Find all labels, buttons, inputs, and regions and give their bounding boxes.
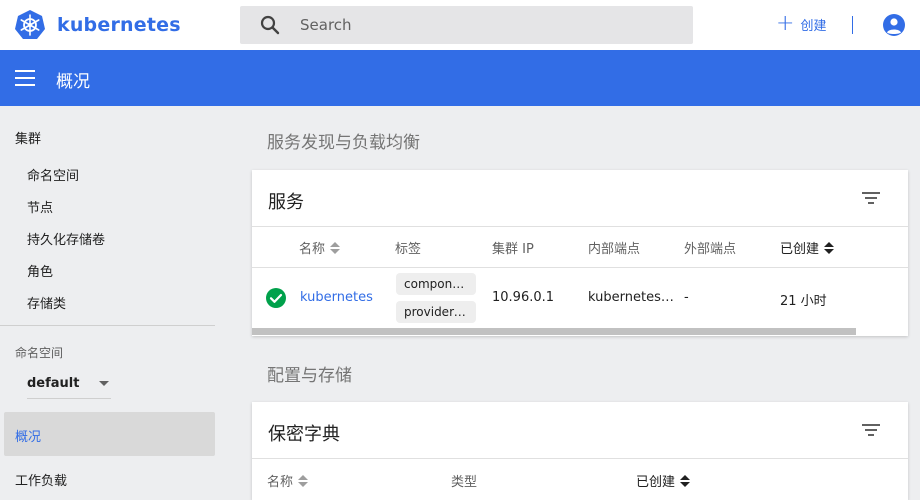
column-header-name-label: 名称	[299, 242, 326, 257]
brand-name: kubernetes	[57, 14, 181, 36]
services-card: 服务 名称 标签 集群 IP 内部端点 外部端点 已创建 kubernetes …	[252, 170, 908, 336]
label-chip: component: apiserver	[396, 273, 476, 295]
section-title-config: 配置与存储	[267, 366, 352, 386]
horizontal-scrollbar[interactable]	[252, 328, 856, 335]
search-icon[interactable]	[260, 14, 282, 36]
column-header-external-endpoints: 外部端点	[684, 242, 737, 257]
sort-icon	[680, 474, 691, 487]
internal-endpoint-value: kubernetes…	[588, 290, 674, 305]
search-bar	[240, 6, 693, 44]
brand-link[interactable]: kubernetes	[14, 9, 181, 41]
table-divider	[252, 458, 908, 459]
search-input[interactable]	[300, 16, 660, 34]
sidebar: 集群 命名空间 节点 持久化存储卷 角色 存储类 命名空间 default 概况…	[0, 106, 230, 500]
column-header-created-label: 已创建	[636, 475, 676, 490]
service-name-link[interactable]: kubernetes	[300, 290, 373, 305]
label-chip: provider: kubernetes	[396, 301, 476, 323]
menu-icon[interactable]	[15, 70, 35, 86]
column-header-name-label: 名称	[267, 475, 294, 490]
table-divider	[252, 267, 908, 268]
nav-section-cluster[interactable]: 集群	[15, 128, 41, 147]
external-endpoint-value: -	[684, 290, 689, 305]
sort-icon	[298, 474, 309, 487]
column-header-name[interactable]: 名称	[267, 471, 309, 490]
column-header-internal-endpoints: 内部端点	[588, 242, 641, 257]
column-header-name[interactable]: 名称	[299, 238, 341, 257]
sidebar-item-storage-classes[interactable]: 存储类	[27, 293, 66, 312]
section-title-discovery: 服务发现与负载均衡	[267, 133, 420, 153]
column-header-created-label: 已创建	[780, 242, 820, 257]
create-button[interactable]: + 创建	[776, 13, 826, 35]
created-value: 21 小时	[780, 294, 827, 309]
namespace-select[interactable]: default	[27, 369, 111, 399]
account-circle-icon[interactable]	[882, 13, 906, 37]
sidebar-item-namespaces[interactable]: 命名空间	[27, 165, 79, 184]
page-header: 概况	[0, 50, 920, 106]
column-header-cluster-ip: 集群 IP	[492, 242, 534, 257]
create-button-label: 创建	[800, 18, 827, 34]
toolbar-divider	[852, 16, 853, 34]
top-bar: kubernetes + 创建	[0, 0, 920, 50]
column-header-labels: 标签	[395, 242, 422, 257]
check-circle-icon	[266, 288, 286, 308]
sidebar-item-persistent-volumes[interactable]: 持久化存储卷	[27, 229, 105, 248]
sort-icon	[824, 241, 835, 254]
sidebar-item-overview-label: 概况	[15, 430, 42, 445]
sidebar-item-nodes[interactable]: 节点	[27, 197, 53, 216]
namespace-label: 命名空间	[15, 346, 64, 360]
filter-list-icon[interactable]	[862, 192, 880, 204]
kubernetes-logo-icon	[15, 10, 45, 39]
secrets-card: 保密字典 名称 类型 已创建	[252, 402, 908, 500]
secrets-card-title: 保密字典	[268, 424, 340, 445]
page-title: 概况	[56, 72, 90, 92]
plus-icon: +	[776, 11, 795, 36]
sidebar-divider	[0, 325, 215, 326]
cluster-ip-value: 10.96.0.1	[492, 290, 555, 305]
table-divider	[252, 226, 908, 227]
namespace-value: default	[27, 376, 80, 391]
services-card-title: 服务	[268, 192, 304, 213]
dropdown-caret-icon	[99, 381, 109, 386]
filter-list-icon[interactable]	[862, 424, 880, 436]
sort-icon	[330, 241, 341, 254]
sidebar-item-roles[interactable]: 角色	[27, 261, 53, 280]
column-header-type: 类型	[451, 475, 478, 490]
column-header-created[interactable]: 已创建	[780, 238, 835, 257]
column-header-created[interactable]: 已创建	[636, 471, 691, 490]
nav-section-workloads[interactable]: 工作负载	[15, 470, 67, 489]
